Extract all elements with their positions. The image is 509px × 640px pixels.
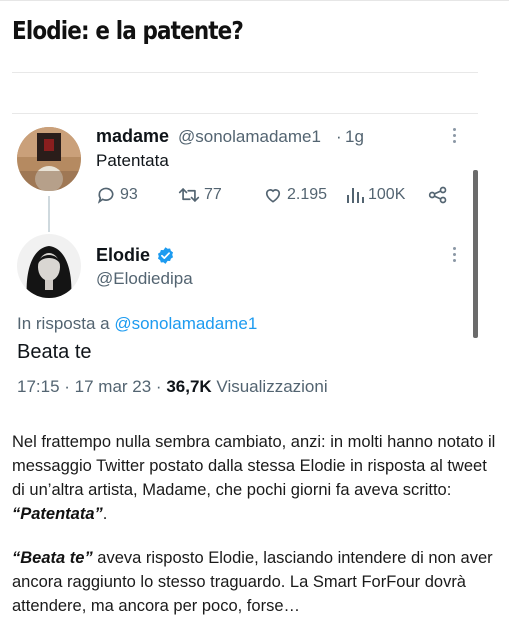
views-button[interactable]: 100K [346,183,405,207]
share-icon [428,186,447,204]
reply-context: In risposta a @sonolamadame1 [17,314,257,334]
share-button[interactable] [428,183,452,207]
views-number: 36,7K [166,377,212,396]
madame-tweet-time[interactable]: 1g [345,127,364,147]
like-count: 2.195 [287,186,328,203]
reply-button[interactable]: 93 [96,183,138,207]
tweet-meta: 17:15 · 17 mar 23 · 36,7K Visualizzazion… [17,377,328,397]
verified-badge-icon [157,247,174,264]
paragraph-end: . [102,505,108,523]
reply-icon [97,187,114,204]
retweet-icon [178,188,200,202]
reply-count: 93 [120,186,138,203]
tweet-timestamp[interactable]: 17:15 · 17 mar 23 · [17,377,162,396]
quote-beata-te: “Beata te” [12,549,93,567]
retweet-count: 77 [204,186,222,203]
more-dots-icon[interactable] [453,247,457,265]
article-paragraph-1: Nel frattempo nulla sembra cambiato, anz… [12,430,498,526]
reply-to-link[interactable]: @sonolamadame1 [114,314,257,333]
views-chart-icon [347,188,364,203]
separator-dot: · [336,127,342,146]
reply-prefix: In risposta a [17,314,110,333]
madame-handle[interactable]: @sonolamadame1 [178,127,321,147]
madame-tweet-text: Patentata [96,151,169,170]
more-dots-icon[interactable] [453,128,457,146]
elodie-display-name[interactable]: Elodie [96,245,150,266]
madame-display-name[interactable]: madame [96,126,169,147]
like-button[interactable]: 2.195 [263,183,327,207]
elodie-avatar[interactable] [17,234,81,298]
thread-connector-line [48,196,50,232]
elodie-tweet-text: Beata te [17,341,92,363]
heart-icon [265,189,281,203]
views-count: 100K [368,186,406,203]
quote-patentata: “Patentata” [12,505,103,523]
retweet-button[interactable]: 77 [178,183,222,207]
paragraph-text: Nel frattempo nulla sembra cambiato, anz… [12,433,496,499]
views-label: Visualizzazioni [216,377,328,396]
article-paragraph-2: “Beata te” aveva risposto Elodie, lascia… [12,546,498,618]
scrollbar-thumb[interactable] [473,170,478,338]
elodie-handle[interactable]: @Elodiedipa [96,269,193,289]
embedded-tweet-thread: madame @sonolamadame1 · 1g Patentata 93 … [0,0,509,413]
madame-avatar[interactable] [17,127,81,191]
